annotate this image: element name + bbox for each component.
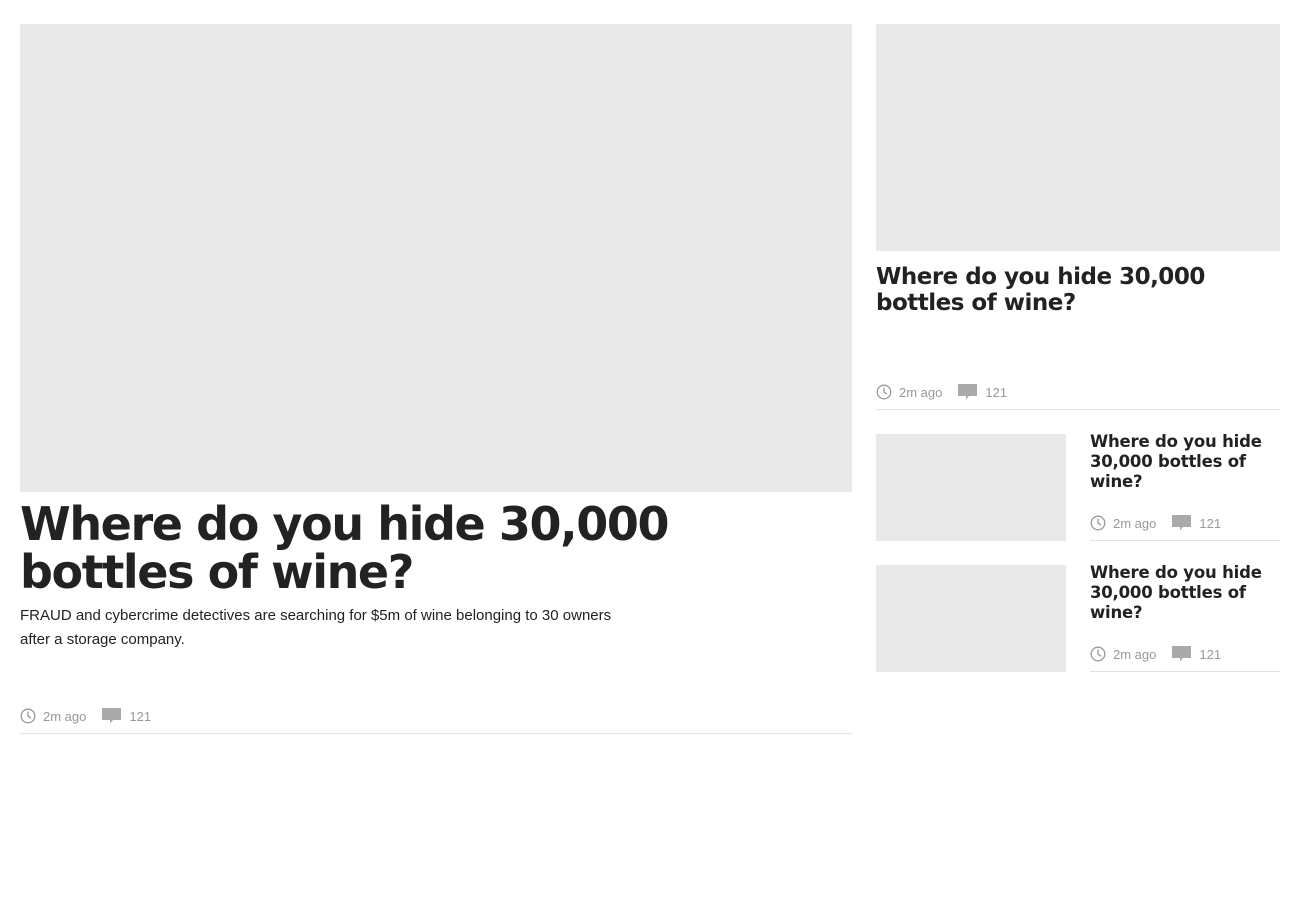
comment-bubble-icon[interactable] xyxy=(102,708,122,724)
hero-divider xyxy=(20,733,852,734)
small-story-image[interactable] xyxy=(876,565,1066,672)
small-story-divider xyxy=(1090,671,1280,672)
small-story-divider xyxy=(1090,540,1280,541)
small-story-meta: 2m ago 121 xyxy=(1090,513,1221,533)
side-feature-image[interactable] xyxy=(876,24,1280,251)
hero-standfirst: FRAUD and cybercrime detectives are sear… xyxy=(20,607,612,648)
clock-icon xyxy=(1090,515,1106,531)
small-story-image[interactable] xyxy=(876,434,1066,541)
small-story-headline[interactable]: Where do you hide 30,000 bottles of wine… xyxy=(1090,432,1280,492)
comment-bubble-icon[interactable] xyxy=(1172,646,1192,662)
hero-time: 2m ago xyxy=(43,708,87,724)
comment-bubble-icon[interactable] xyxy=(958,384,978,400)
clock-icon xyxy=(876,384,892,400)
small-story-comment-count[interactable]: 121 xyxy=(1199,516,1221,531)
hero-meta: 2m ago 121 xyxy=(20,706,151,726)
clock-icon xyxy=(20,708,36,724)
side-feature-time: 2m ago xyxy=(899,384,943,400)
small-story-time: 2m ago xyxy=(1113,515,1157,531)
hero-headline[interactable]: Where do you hide 30,000 bottles of wine… xyxy=(20,500,840,596)
hero-image[interactable] xyxy=(20,24,852,492)
small-story-time: 2m ago xyxy=(1113,646,1157,662)
small-story-meta: 2m ago 121 xyxy=(1090,644,1221,664)
side-feature-comment-count[interactable]: 121 xyxy=(985,385,1007,400)
side-feature-headline[interactable]: Where do you hide 30,000 bottles of wine… xyxy=(876,264,1280,316)
side-feature-meta: 2m ago 121 xyxy=(876,382,1007,402)
side-feature-divider xyxy=(876,409,1280,410)
hero-comment-count[interactable]: 121 xyxy=(129,709,151,724)
small-story-headline[interactable]: Where do you hide 30,000 bottles of wine… xyxy=(1090,563,1280,623)
small-story-comment-count[interactable]: 121 xyxy=(1199,647,1221,662)
comment-bubble-icon[interactable] xyxy=(1172,515,1192,531)
clock-icon xyxy=(1090,646,1106,662)
